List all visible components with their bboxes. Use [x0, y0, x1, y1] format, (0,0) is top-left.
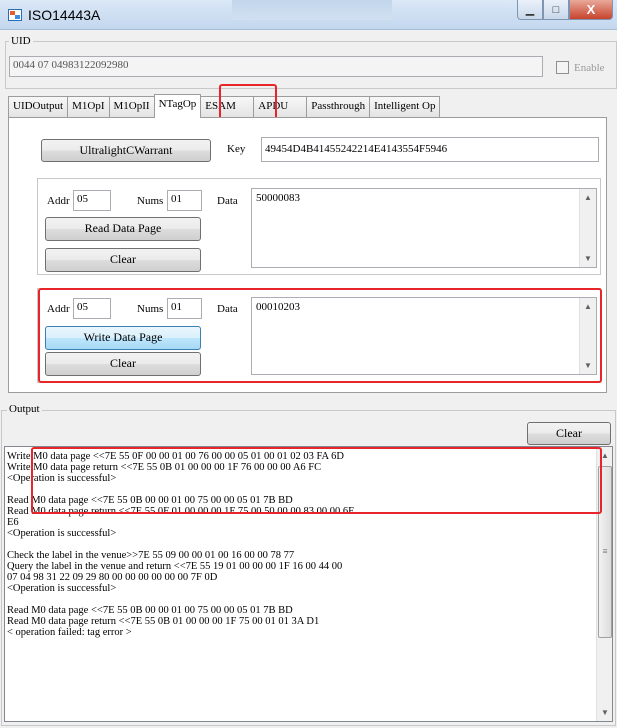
scroll-down-icon[interactable]: ▼ [597, 704, 613, 721]
write-data-textarea[interactable]: 00010203 ▲ ▼ [251, 297, 597, 375]
maximize-button[interactable]: □ [543, 0, 569, 20]
write-nums-label: Nums [137, 303, 164, 315]
output-scrollbar[interactable]: ▲ ≡ ▼ [596, 447, 612, 721]
scroll-up-icon[interactable]: ▲ [580, 189, 596, 206]
read-data-label: Data [217, 195, 238, 207]
read-nums-input[interactable]: 01 [167, 190, 202, 211]
write-data-page-button[interactable]: Write Data Page [45, 326, 201, 350]
log-line: 07 04 98 31 22 09 29 80 00 00 00 00 00 0… [7, 572, 218, 583]
output-clear-button[interactable]: Clear [527, 422, 611, 445]
read-data-textarea[interactable]: 50000083 ▲ ▼ [251, 188, 597, 268]
scroll-grip-icon: ≡ [602, 546, 608, 556]
tab-esam[interactable]: ESAM [200, 96, 255, 118]
title-bar-overlay [232, 0, 392, 20]
output-log[interactable]: Write M0 data page <<7E 55 0F 00 00 01 0… [4, 446, 613, 722]
key-input[interactable]: 49454D4B41455242214E4143554F5946 [261, 137, 599, 162]
output-log-text: Write M0 data page <<7E 55 0F 00 00 01 0… [7, 451, 597, 638]
log-line: Query the label in the venue and return … [7, 561, 343, 572]
scroll-up-icon[interactable]: ▲ [597, 447, 613, 464]
app-icon [8, 9, 22, 21]
title-bar[interactable]: ISO14443A ▁ □ X [0, 0, 617, 30]
close-button[interactable]: X [569, 0, 613, 20]
tab-intelligent-op[interactable]: Intelligent Op [369, 96, 441, 118]
read-data-scrollbar[interactable]: ▲ ▼ [579, 189, 596, 267]
uid-group-title: UID [9, 35, 33, 47]
minimize-button[interactable]: ▁ [517, 0, 543, 20]
read-addr-label: Addr [47, 195, 70, 207]
log-line: Check the label in the venue>>7E 55 09 0… [7, 550, 295, 561]
log-line: <Operation is successful> [7, 473, 117, 484]
write-clear-button[interactable]: Clear [45, 352, 201, 376]
ntagop-panel: UltralightCWarrant Key 49454D4B414552422… [8, 117, 607, 393]
tab-m1opii[interactable]: M1OpII [108, 96, 155, 118]
tab-uidoutput[interactable]: UIDOutput [8, 96, 69, 118]
log-line: Write M0 data page <<7E 55 0F 00 00 01 0… [7, 451, 344, 462]
read-nums-label: Nums [137, 195, 164, 207]
tab-passthrough[interactable]: Passthrough [306, 96, 371, 118]
uid-field[interactable]: 0044 07 04983122092980 [9, 56, 543, 77]
read-data-page-button[interactable]: Read Data Page [45, 217, 201, 241]
log-line: Write M0 data page return <<7E 55 0B 01 … [7, 462, 322, 473]
tab-apdu[interactable]: APDU [253, 96, 308, 118]
write-addr-input[interactable]: 05 [73, 298, 111, 319]
log-line: < operation failed: tag error > [7, 627, 132, 638]
write-addr-label: Addr [47, 303, 70, 315]
tab-ntagop[interactable]: NTagOp [153, 94, 202, 118]
tab-m1opi[interactable]: M1OpI [67, 96, 110, 118]
write-data-value: 00010203 [256, 301, 300, 313]
write-nums-input[interactable]: 01 [167, 298, 202, 319]
window-title: ISO14443A [28, 7, 101, 23]
log-line: <Operation is successful> [7, 583, 117, 594]
key-label: Key [227, 143, 246, 155]
write-data-scrollbar[interactable]: ▲ ▼ [579, 298, 596, 374]
log-line: E6 [7, 517, 19, 528]
log-line: Read M0 data page <<7E 55 0B 00 00 01 00… [7, 495, 293, 506]
output-group-title: Output [7, 403, 42, 415]
log-line: Read M0 data page return <<7E 55 0B 01 0… [7, 616, 320, 627]
scroll-up-icon[interactable]: ▲ [580, 298, 596, 315]
log-line: Read M0 data page <<7E 55 0B 00 00 01 00… [7, 605, 293, 616]
enable-checkbox[interactable] [556, 61, 569, 74]
read-data-value: 50000083 [256, 192, 300, 204]
enable-label: Enable [574, 62, 605, 74]
log-line: <Operation is successful> [7, 528, 117, 539]
read-clear-button[interactable]: Clear [45, 248, 201, 272]
ultralightc-warrant-button[interactable]: UltralightCWarrant [41, 139, 211, 162]
scroll-down-icon[interactable]: ▼ [580, 250, 596, 267]
log-line: Read M0 data page return <<7E 55 0F 01 0… [7, 506, 355, 517]
write-data-label: Data [217, 303, 238, 315]
read-addr-input[interactable]: 05 [73, 190, 111, 211]
tab-strip: UIDOutput M1OpI M1OpII NTagOp ESAM APDU … [8, 94, 441, 118]
scroll-down-icon[interactable]: ▼ [580, 357, 596, 374]
